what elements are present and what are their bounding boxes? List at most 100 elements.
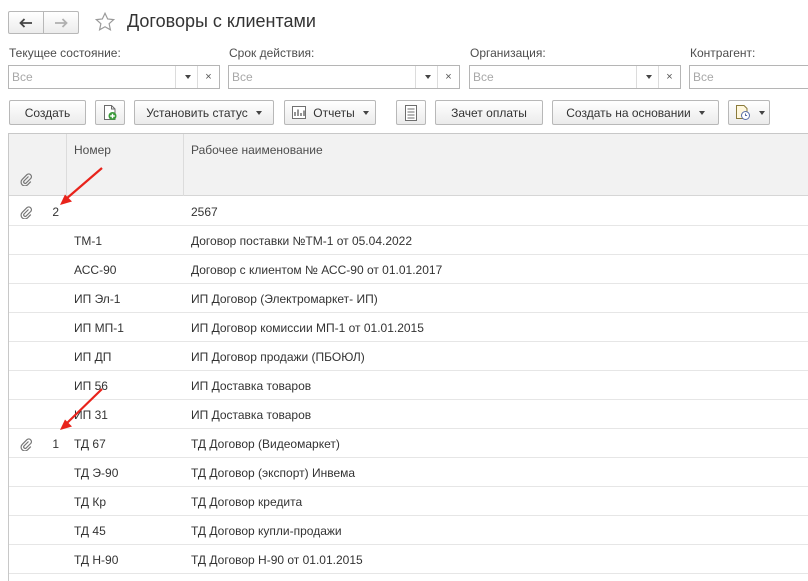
cell-name: ИП Договор комиссии МП-1 от 01.01.2015 [191,321,424,335]
cell-number: ТД Кр [74,495,107,509]
cell-name: ТД Договор купли-продажи [191,524,342,538]
table-row[interactable]: 1 ТД 67 ТД Договор (Видеомаркет) [9,429,808,458]
dropdown-button[interactable] [636,66,658,88]
table-row[interactable]: ТД Н-90 ТД Договор Н-90 от 01.01.2015 [9,545,808,574]
clear-button[interactable]: × [658,66,680,88]
page-title: Договоры с клиентами [127,11,316,31]
paperclip-icon [19,205,33,222]
column-divider [183,134,184,196]
table-row[interactable]: ТМ-1 Договор поставки №ТМ-1 от 05.04.2022 [9,226,808,255]
create-based-on-button[interactable]: Создать на основании [552,100,719,125]
filter-counterparty-label: Контрагент: [690,46,756,60]
filter-organization-field[interactable]: Все × [469,65,681,89]
new-document-icon [104,105,117,120]
cell-name: 2567 [191,205,218,219]
table-row[interactable]: АСС-90 Договор с клиентом № АСС-90 от 01.… [9,255,808,284]
filter-status-label: Текущее состояние: [9,46,121,60]
clear-button[interactable]: × [437,66,459,88]
create-based-on-label: Создать на основании [566,105,691,120]
close-icon: × [445,71,452,83]
forward-button[interactable] [43,11,79,34]
column-header-name[interactable]: Рабочее наименование [191,143,323,157]
reports-label: Отчеты [313,105,355,120]
cell-number: АСС-90 [74,263,117,277]
clear-button[interactable]: × [197,66,219,88]
filter-period-input[interactable]: Все [229,66,415,88]
filter-counterparty-field[interactable]: Все [689,65,808,89]
chevron-down-icon [698,110,705,115]
table-row[interactable]: ИП Эл-1 ИП Договор (Электромаркет- ИП) [9,284,808,313]
table-row[interactable]: ИП 31 ИП Доставка товаров [9,400,808,429]
filter-organization-label: Организация: [470,46,546,60]
table-row[interactable]: 2 2567 [9,197,808,226]
cell-number: ТД Э-90 [74,466,119,480]
cell-name: ТД Договор (Видеомаркет) [191,437,340,451]
cell-number: ТД Н-90 [74,553,119,567]
cell-number: ТД 67 [74,437,106,451]
contracts-table[interactable]: Номер Рабочее наименование 2 2567 ТМ-1 Дого… [8,133,808,581]
document-clock-icon [735,105,750,120]
cell-number: ИП МП-1 [74,321,124,335]
cell-number: ИП 31 [74,408,108,422]
filter-organization-input[interactable]: Все [470,66,636,88]
payment-offset-button[interactable]: Зачет оплаты [435,100,543,125]
table-row[interactable]: ТД Кр ТД Договор кредита [9,487,808,516]
title-bar: Договоры с клиентами [0,0,808,44]
list-icon [405,104,417,121]
dropdown-button[interactable] [175,66,197,88]
cell-name: ТД Договор кредита [191,495,303,509]
chevron-down-icon [255,110,262,115]
cell-number: ТМ-1 [74,234,102,248]
column-header-number[interactable]: Номер [74,143,111,157]
table-header: Номер Рабочее наименование [9,134,808,196]
favorite-button[interactable] [92,9,118,35]
column-divider [66,134,67,196]
list-settings-button[interactable] [396,100,426,125]
table-row[interactable]: ТД 45 ТД Договор купли-продажи [9,516,808,545]
cell-name: Договор с клиентом № АСС-90 от 01.01.201… [191,263,443,277]
paperclip-icon[interactable] [19,172,33,189]
chevron-down-icon [758,110,765,115]
filter-counterparty-input[interactable]: Все [690,66,808,88]
attachment-count: 1 [52,437,59,451]
cell-number: ИП Эл-1 [74,292,121,306]
create-button[interactable]: Создать [9,100,86,125]
add-copy-button[interactable] [95,100,125,125]
set-status-button[interactable]: Установить статус [134,100,274,125]
table-row[interactable]: ТД Э-90 ТД Договор (экспорт) Инвема [9,458,808,487]
cell-number: ИП ДП [74,350,112,364]
cell-name: ИП Договор (Электромаркет- ИП) [191,292,378,306]
cell-number: ИП 56 [74,379,108,393]
close-icon: × [666,71,673,83]
filter-period-field[interactable]: Все × [228,65,460,89]
chevron-down-icon [645,75,652,79]
reports-button[interactable]: Отчеты [284,100,376,125]
cell-name: ИП Доставка товаров [191,408,312,422]
cell-name: Договор поставки №ТМ-1 от 05.04.2022 [191,234,413,248]
table-row[interactable]: ИП 56 ИП Доставка товаров [9,371,808,400]
filter-status-input[interactable]: Все [9,66,175,88]
chevron-down-icon [424,75,431,79]
cell-name: ИП Договор продажи (ПБОЮЛ) [191,350,365,364]
cell-name: ИП Доставка товаров [191,379,312,393]
arrow-left-icon [19,17,32,28]
star-icon [94,11,116,31]
table-row[interactable]: ИП МП-1 ИП Договор комиссии МП-1 от 01.01… [9,313,808,342]
paperclip-icon [19,437,33,454]
back-button[interactable] [8,11,44,34]
set-status-label: Установить статус [146,105,248,120]
cell-name: ТД Договор (экспорт) Инвема [191,466,356,480]
chevron-down-icon [184,75,191,79]
reports-icon [292,106,307,119]
cell-number: ТД 45 [74,524,106,538]
attachment-count: 2 [52,205,59,219]
filter-period-label: Срок действия: [229,46,315,60]
dropdown-button[interactable] [415,66,437,88]
close-icon: × [205,71,212,83]
cell-name: ТД Договор Н-90 от 01.01.2015 [191,553,363,567]
chevron-down-icon [362,110,369,115]
filter-status-field[interactable]: Все × [8,65,220,89]
print-history-button[interactable] [728,100,770,125]
table-row[interactable]: ИП ДП ИП Договор продажи (ПБОЮЛ) [9,342,808,371]
arrow-right-icon [55,17,68,28]
